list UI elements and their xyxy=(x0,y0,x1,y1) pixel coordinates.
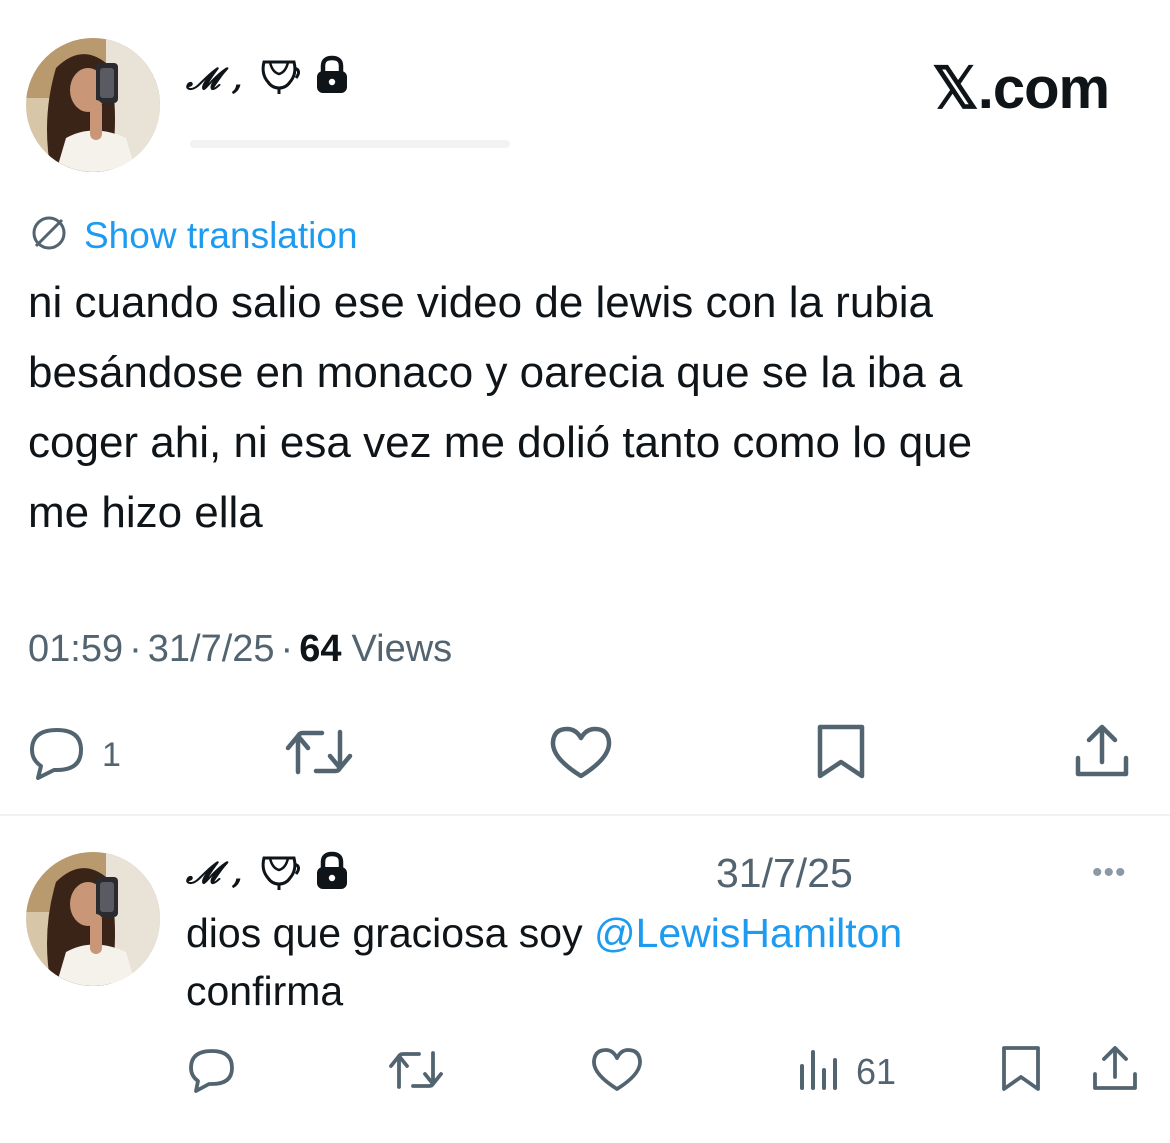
bookmark-icon xyxy=(812,722,870,787)
reply-icon xyxy=(26,724,88,787)
brand-watermark: 𝕏.com xyxy=(932,56,1110,121)
tweet-date[interactable]: 31/7/25 xyxy=(148,628,275,671)
views-count: 64 xyxy=(299,628,342,670)
reply-retweet-button[interactable] xyxy=(386,1046,446,1099)
bookmark-button[interactable] xyxy=(812,722,870,787)
reply-avatar[interactable] xyxy=(26,852,160,986)
reply-text: dios que graciosa soy @LewisHamilton con… xyxy=(186,904,1146,1020)
reply-text-before: dios que graciosa soy xyxy=(186,910,594,956)
share-icon xyxy=(1090,1044,1140,1099)
like-button[interactable] xyxy=(548,724,614,787)
reply-display-name[interactable]: 𝓜 , xyxy=(186,856,244,891)
show-translation-link[interactable]: Show translation xyxy=(28,212,358,259)
tweet-text: ni cuando salio ese video de lewis con l… xyxy=(28,268,1148,548)
tweet-text-line: coger ahi, ni esa vez me dolió tanto com… xyxy=(28,418,973,467)
show-translation-label[interactable]: Show translation xyxy=(84,215,358,257)
views-label: Views xyxy=(351,628,453,670)
lock-icon xyxy=(314,54,350,101)
share-button[interactable] xyxy=(1072,722,1132,787)
handle-redacted xyxy=(190,140,510,148)
heart-icon xyxy=(548,724,614,787)
mention-link[interactable]: @LewisHamilton xyxy=(594,910,902,956)
views-icon xyxy=(796,1046,842,1097)
reply-reply-button[interactable] xyxy=(186,1046,238,1099)
reply-button[interactable]: 1 xyxy=(26,724,121,787)
retweet-button[interactable] xyxy=(282,724,356,785)
retweet-icon xyxy=(282,724,356,785)
reply-bookmark-button[interactable] xyxy=(998,1044,1044,1099)
meta-separator: · xyxy=(129,628,142,670)
reply-date[interactable]: 31/7/25 xyxy=(716,850,853,897)
heart-icon xyxy=(590,1046,644,1099)
more-options-button[interactable]: ••• xyxy=(1092,856,1127,890)
meta-separator: · xyxy=(280,628,294,670)
retweet-icon xyxy=(386,1046,446,1099)
tweet-screenshot: 𝓜 , 𝕏.com Show translation ni cuando sal… xyxy=(0,0,1170,1143)
bookmark-icon xyxy=(998,1044,1044,1099)
share-icon xyxy=(1072,722,1132,787)
reply-share-button[interactable] xyxy=(1090,1044,1140,1099)
tweet-text-line: besándose en monaco y oarecia que se la … xyxy=(28,348,963,397)
cup-icon xyxy=(258,56,301,103)
tweet-text-line: me hizo ella xyxy=(28,488,263,537)
tweet-meta: 01:59 · 31/7/25 · 64 Views xyxy=(28,628,452,671)
tweet-time[interactable]: 01:59 xyxy=(28,628,123,671)
reply-count: 1 xyxy=(102,736,121,774)
reply-views[interactable]: 61 xyxy=(796,1046,896,1097)
reply-text-after: confirma xyxy=(186,968,344,1014)
lock-icon xyxy=(314,850,350,897)
reply-text-line: dios que graciosa soy @LewisHamilton xyxy=(186,904,1146,962)
cup-icon xyxy=(258,852,301,899)
reply-views-count: 61 xyxy=(856,1050,897,1092)
translate-icon xyxy=(28,212,70,259)
reply-icon xyxy=(186,1046,238,1099)
divider xyxy=(0,814,1170,816)
avatar[interactable] xyxy=(26,38,160,172)
tweet-text-line: ni cuando salio ese video de lewis con l… xyxy=(28,278,934,327)
display-name[interactable]: 𝓜 , xyxy=(186,62,244,97)
reply-like-button[interactable] xyxy=(590,1046,644,1099)
